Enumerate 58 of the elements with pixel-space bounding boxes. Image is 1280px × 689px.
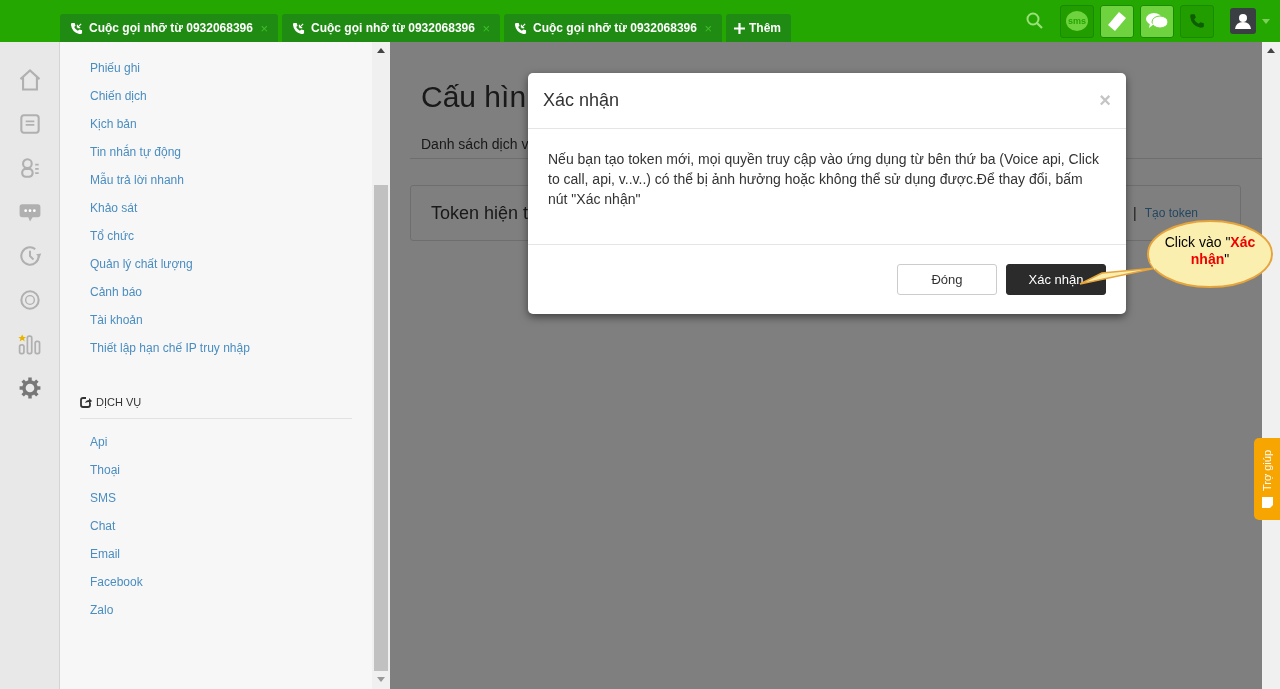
create-token-link[interactable]: Tạo token: [1144, 206, 1198, 220]
phone-button[interactable]: [1180, 4, 1214, 38]
search-icon[interactable]: [1026, 12, 1044, 30]
sidebar-link[interactable]: Tin nhắn tự động: [90, 138, 181, 166]
phone-icon: [514, 21, 527, 35]
scroll-down-icon[interactable]: [377, 677, 385, 682]
separator: |: [1133, 205, 1137, 221]
phone-icon: [1189, 13, 1205, 29]
card-title: Token hiện t: [431, 202, 530, 224]
sidebar-link[interactable]: Chat: [90, 512, 116, 540]
sidebar-link[interactable]: Api: [90, 428, 108, 456]
close-icon[interactable]: ×: [260, 20, 268, 36]
sidebar-link[interactable]: Facebook: [90, 568, 143, 596]
tab-label[interactable]: Danh sách dịch v: [421, 136, 529, 152]
close-icon[interactable]: ×: [704, 20, 712, 36]
call-tab[interactable]: Cuộc gọi nhỡ từ 0932068396 ×: [282, 14, 500, 42]
sidebar-link[interactable]: Thoại: [90, 456, 121, 484]
avatar-button[interactable]: [1230, 8, 1256, 34]
chat-bubbles-icon: [1145, 11, 1169, 31]
user-silhouette-icon: [1234, 12, 1252, 30]
call-tab[interactable]: Cuộc gọi nhỡ từ 0932068396 ×: [60, 14, 278, 42]
chat-button[interactable]: [1140, 4, 1174, 38]
ticket-icon: [1106, 10, 1128, 32]
phone-icon: [292, 21, 305, 35]
scrollbar[interactable]: [372, 42, 390, 689]
callout-text: Click vào "Xác nhận": [1163, 234, 1257, 268]
help-tab[interactable]: Trợ giúp: [1254, 438, 1280, 520]
sidebar-link[interactable]: Tổ chức: [90, 222, 135, 250]
sidebar-link[interactable]: Email: [90, 540, 120, 568]
sidebar-link[interactable]: Mẫu trả lời nhanh: [90, 166, 184, 194]
sidebar-link[interactable]: Chiến dịch: [90, 82, 147, 110]
note-icon: [1261, 496, 1273, 508]
sidebar-link[interactable]: Tài khoản: [90, 306, 143, 334]
page-title: Cấu hìn: [421, 80, 527, 114]
section-heading: DỊCH VỤ: [96, 396, 142, 408]
close-icon[interactable]: ×: [482, 20, 490, 36]
sidebar-link[interactable]: Thiết lập hạn chế IP truy nhập: [90, 334, 250, 362]
close-icon[interactable]: ×: [1099, 89, 1111, 112]
sidebar-link[interactable]: Cảnh báo: [90, 278, 143, 306]
sidebar-link[interactable]: Kịch bản: [90, 110, 137, 138]
scroll-up-icon[interactable]: [377, 48, 385, 53]
sidebar-link[interactable]: Phiếu ghi: [90, 54, 141, 82]
sidebar-link[interactable]: SMS: [90, 484, 116, 512]
call-tab[interactable]: Cuộc gọi nhỡ từ 0932068396 ×: [504, 14, 722, 42]
phone-icon: [70, 21, 83, 35]
dialog-title: Xác nhận: [543, 90, 621, 111]
ticket-button[interactable]: [1100, 4, 1134, 38]
add-tab-button[interactable]: Thêm: [726, 14, 791, 42]
caret-icon[interactable]: [1262, 18, 1270, 24]
scroll-up-icon[interactable]: [1267, 48, 1275, 53]
close-button[interactable]: Đóng: [897, 264, 997, 295]
confirm-button[interactable]: Xác nhận: [1006, 264, 1106, 295]
plus-icon: [734, 22, 745, 34]
dialog-message: Nếu bạn tạo token mới, mọi quyền truy cập vào ứng dụng từ bên thứ ba (Voice api, Click to call, api, v..v..) có thể bị ảnh hưởng hoặc không thể sử dụng được.Để thay đổi, bấm nút "Xác nhận": [548, 151, 1099, 207]
sidebar-link[interactable]: Khảo sát: [90, 194, 138, 222]
share-icon: [80, 396, 92, 408]
sidebar-link[interactable]: Quản lý chất lượng: [90, 250, 193, 278]
sidebar-link[interactable]: Zalo: [90, 596, 114, 624]
